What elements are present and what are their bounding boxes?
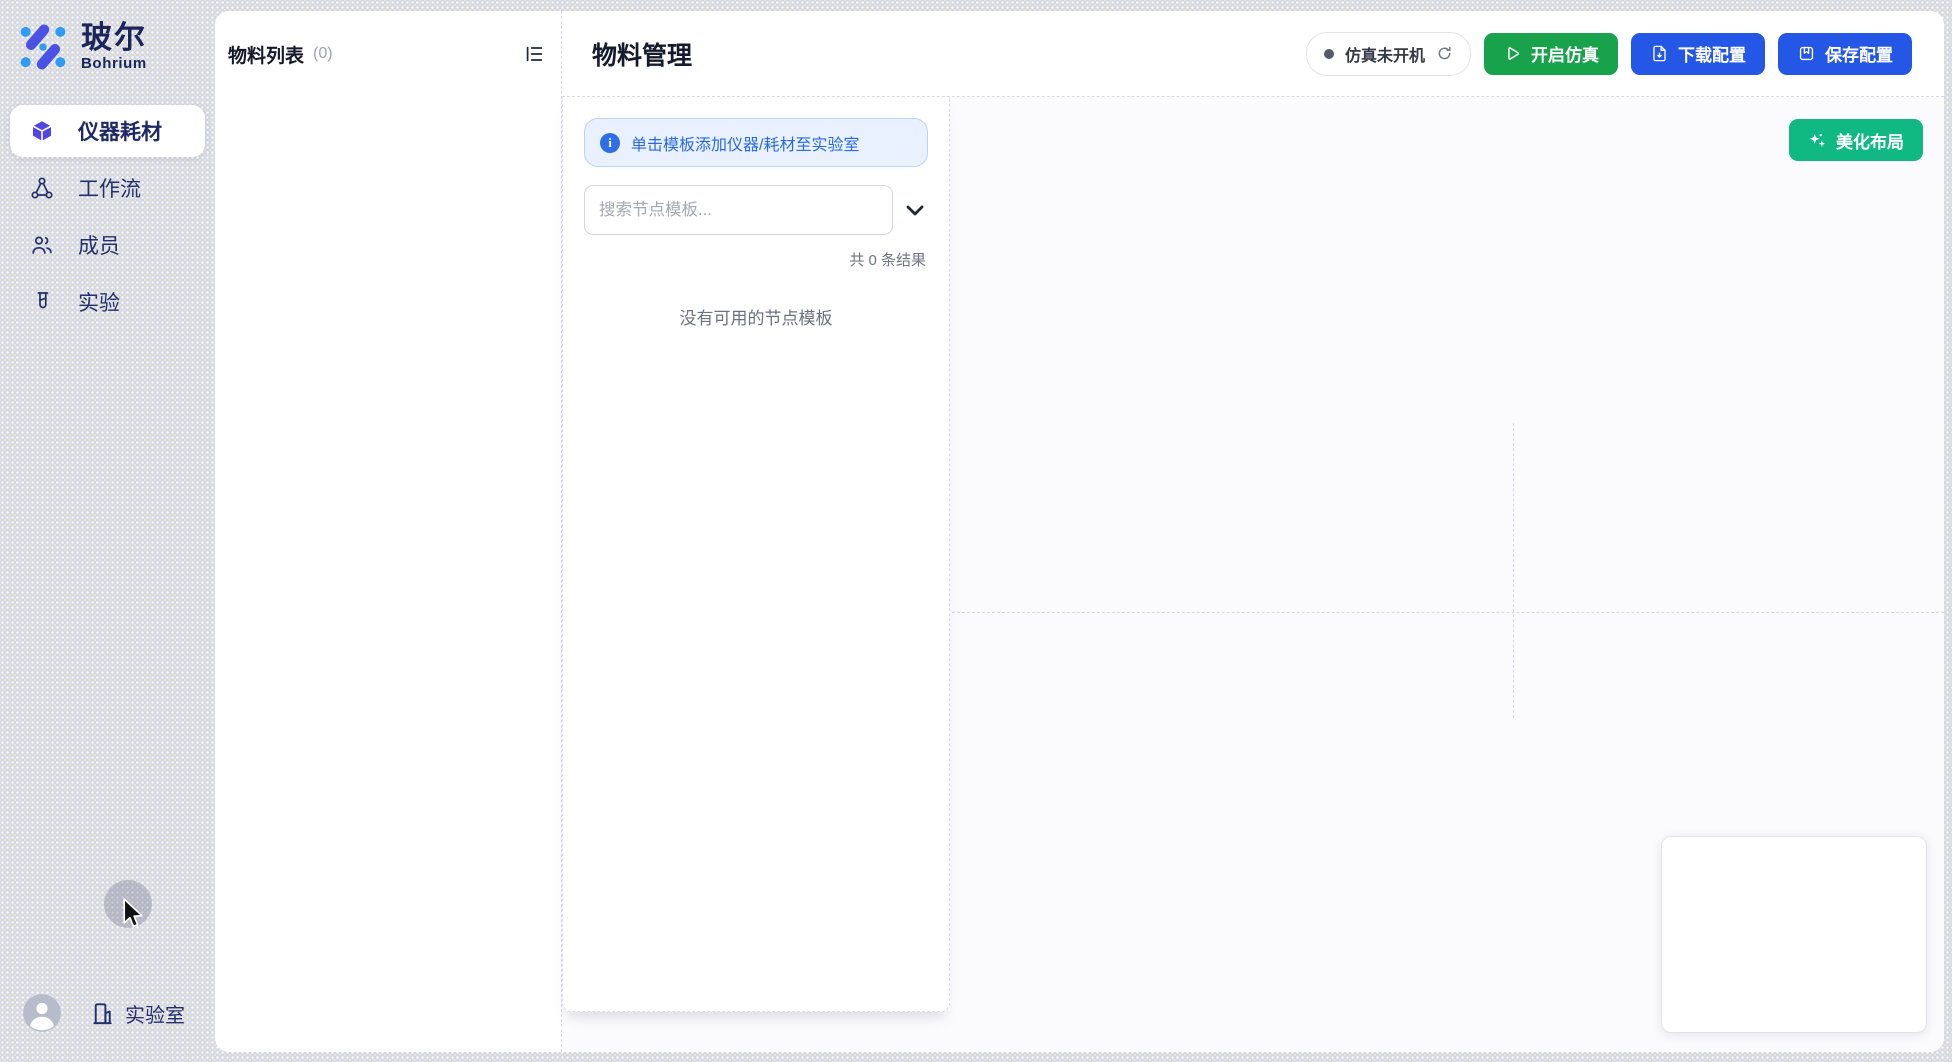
- download-config-label: 下载配置: [1678, 41, 1746, 66]
- brand-name-en: Bohrium: [81, 55, 147, 72]
- sidebar-item-workflow[interactable]: 工作流: [10, 162, 205, 214]
- content-area: 物料管理 仿真未开机: [562, 11, 1944, 1052]
- flow-canvas[interactable]: i 单击模板添加仪器/耗材至实验室 共 0 条结果 没有可用的节点模板: [562, 97, 1944, 1052]
- brand-name-cn: 玻尔: [81, 22, 147, 55]
- experiment-icon: [30, 290, 54, 314]
- download-config-button[interactable]: 下载配置: [1631, 33, 1765, 75]
- sidebar-item-label: 工作流: [78, 173, 141, 203]
- cube-icon: [30, 119, 54, 143]
- members-icon: [30, 233, 54, 257]
- expand-templates-button[interactable]: [902, 201, 928, 220]
- result-count: 共 0 条结果: [563, 249, 926, 270]
- canvas-gridline-horizontal: [952, 612, 1944, 613]
- mouse-cursor: [121, 897, 146, 935]
- start-simulation-label: 开启仿真: [1531, 41, 1599, 66]
- minimap-panel[interactable]: [1661, 836, 1927, 1033]
- sidebar-item-instruments[interactable]: 仪器耗材: [10, 105, 205, 157]
- play-icon: [1503, 44, 1522, 63]
- brand-name: 玻尔 Bohrium: [81, 22, 147, 73]
- brand-logo: 玻尔 Bohrium: [17, 20, 147, 74]
- materials-panel: 物料列表 (0): [215, 11, 562, 1052]
- materials-panel-count: (0): [313, 45, 333, 63]
- canvas-gridline-vertical: [1513, 423, 1514, 718]
- template-hint-banner: i 单击模板添加仪器/耗材至实验室: [584, 118, 928, 167]
- start-simulation-button[interactable]: 开启仿真: [1484, 33, 1618, 75]
- bohrium-logo-icon: [17, 20, 69, 74]
- info-icon: i: [600, 133, 620, 153]
- beautify-layout-button[interactable]: 美化布局: [1789, 119, 1923, 161]
- lab-entry[interactable]: 实验室: [89, 999, 185, 1028]
- save-config-label: 保存配置: [1825, 41, 1893, 66]
- app-root: { "brand": {"name_cn": "玻尔", "name_en": …: [0, 0, 1952, 1062]
- file-download-icon: [1650, 44, 1669, 63]
- sidebar-item-label: 成员: [78, 230, 120, 260]
- template-hint-text: 单击模板添加仪器/耗材至实验室: [631, 131, 859, 155]
- sidebar-item-label: 实验: [78, 287, 120, 317]
- template-panel: i 单击模板添加仪器/耗材至实验室 共 0 条结果 没有可用的节点模板: [562, 97, 950, 1012]
- save-config-button[interactable]: 保存配置: [1778, 33, 1912, 75]
- refresh-icon[interactable]: [1436, 45, 1453, 62]
- workflow-icon: [30, 176, 54, 200]
- no-templates-message: 没有可用的节点模板: [563, 304, 949, 329]
- beautify-layout-label: 美化布局: [1836, 128, 1904, 153]
- avatar[interactable]: [23, 994, 61, 1032]
- sim-status-text: 仿真未开机: [1345, 42, 1425, 66]
- sidebar-footer: 实验室: [23, 994, 185, 1032]
- lab-building-icon: [89, 1000, 116, 1027]
- template-search-row: [584, 185, 928, 235]
- sparkles-icon: [1808, 131, 1827, 150]
- main-container: 物料列表 (0) 物料管理 仿真未开机: [215, 11, 1944, 1052]
- materials-panel-header: 物料列表 (0): [215, 11, 561, 97]
- status-dot-icon: [1324, 49, 1334, 59]
- sidebar-item-label: 仪器耗材: [78, 116, 162, 146]
- save-icon: [1797, 44, 1816, 63]
- lab-label: 实验室: [125, 999, 185, 1028]
- collapse-list-icon[interactable]: [523, 43, 545, 65]
- header-actions: 仿真未开机 开启仿真: [1306, 32, 1912, 76]
- sidebar-nav: 仪器耗材 工作流 成员: [10, 105, 205, 328]
- template-search-input[interactable]: [584, 185, 893, 235]
- materials-panel-title: 物料列表: [228, 41, 304, 68]
- chevron-down-icon: [906, 205, 924, 216]
- page-title: 物料管理: [592, 36, 692, 72]
- sidebar-item-members[interactable]: 成员: [10, 219, 205, 271]
- page-header: 物料管理 仿真未开机: [562, 11, 1944, 97]
- sim-status-pill: 仿真未开机: [1306, 32, 1471, 76]
- sidebar-item-experiment[interactable]: 实验: [10, 276, 205, 328]
